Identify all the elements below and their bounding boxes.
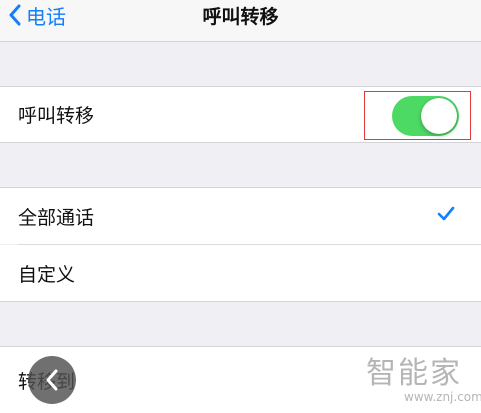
option-label: 全部通话 bbox=[18, 206, 95, 229]
option-custom[interactable]: 自定义 bbox=[0, 245, 481, 301]
call-forwarding-label: 呼叫转移 bbox=[18, 105, 95, 127]
toggle-knob bbox=[421, 98, 457, 134]
page-title: 呼叫转移 bbox=[202, 5, 279, 28]
checkmark-icon bbox=[437, 206, 455, 221]
call-forwarding-toggle[interactable] bbox=[392, 96, 459, 136]
option-all-calls[interactable]: 全部通话 bbox=[0, 188, 481, 244]
floating-back-button[interactable] bbox=[28, 356, 76, 404]
screen: 电话 呼叫转移 呼叫转移 全部通话 自定义 转移到 智能家 www.znj.co… bbox=[0, 0, 481, 413]
option-label: 自定义 bbox=[18, 263, 76, 286]
chevron-left-icon bbox=[46, 369, 58, 391]
watermark-brand: 智能家 bbox=[366, 356, 462, 391]
watermark: 智能家 www.znj.com bbox=[366, 348, 481, 410]
navigation-bar: 电话 呼叫转移 bbox=[0, 0, 481, 42]
watermark-url: www.znj.com bbox=[404, 390, 481, 404]
divider bbox=[0, 142, 481, 143]
divider bbox=[0, 301, 481, 302]
